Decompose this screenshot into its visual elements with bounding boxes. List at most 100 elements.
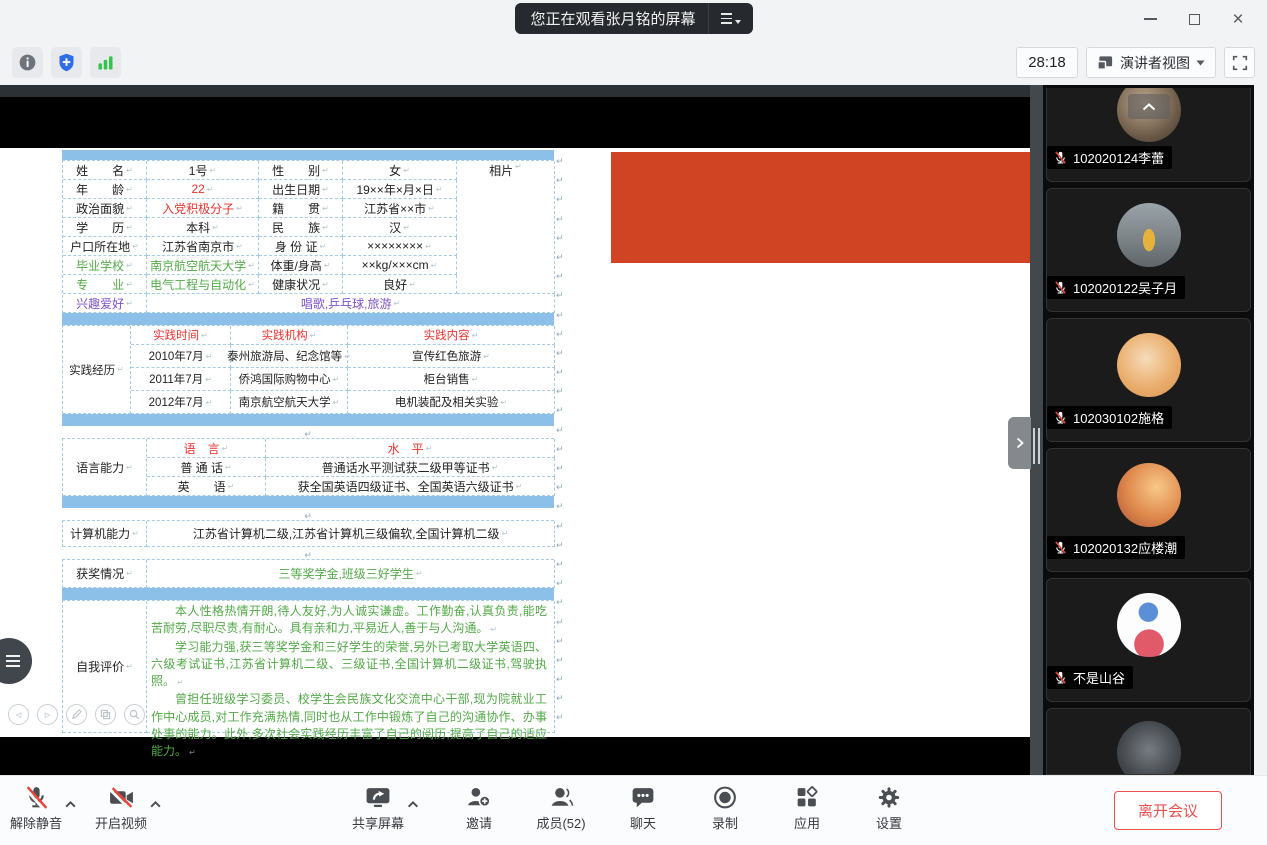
hamburger-icon xyxy=(721,13,732,23)
chevron-up-icon xyxy=(1141,102,1157,112)
members-icon xyxy=(548,784,575,811)
list-icon xyxy=(6,655,20,667)
view-mode-button[interactable]: 演讲者视图 xyxy=(1086,47,1216,78)
avatar xyxy=(1117,203,1181,267)
zoom-button[interactable] xyxy=(124,704,145,725)
participant-name-badge: 102020122吴子月 xyxy=(1047,276,1185,299)
table-cell: 政治面貌 xyxy=(63,199,147,218)
table-cell: 19××年×月×日 xyxy=(343,180,457,199)
table-cell: 宣传红色旅游 xyxy=(348,345,555,368)
practice-grid: 实践经历 实践时间 实践机构 实践内容 2010年7月 泰州旅游局、纪念馆等 宣… xyxy=(62,325,554,414)
next-page-button[interactable]: ▹ xyxy=(37,704,58,725)
gear-icon xyxy=(876,784,903,811)
highlight-band xyxy=(62,414,554,426)
table-cell: 良好 xyxy=(343,275,457,294)
info-icon xyxy=(17,52,38,73)
table-cell: 专 业 xyxy=(63,275,147,294)
mic-muted-icon xyxy=(1053,280,1068,295)
meeting-info-button[interactable] xyxy=(12,47,43,78)
minimize-button[interactable] xyxy=(1135,6,1165,32)
share-screen-button[interactable]: 共享屏幕 xyxy=(352,784,404,832)
chevron-up-icon xyxy=(149,800,162,809)
awards-grid: 获奖情况 三等奖学金,班级三好学生 xyxy=(62,559,554,588)
prev-page-button[interactable]: ◃ xyxy=(8,704,29,725)
copy-button[interactable] xyxy=(95,704,116,725)
table-cell: 电气工程与自动化 xyxy=(147,275,259,294)
panel-collapse-handle[interactable] xyxy=(1008,417,1031,469)
invite-button[interactable]: 邀请 xyxy=(453,784,505,832)
participant-tile[interactable]: 102030102施格 xyxy=(1046,318,1251,442)
column-header: 水 平 xyxy=(266,439,555,458)
share-options-caret[interactable] xyxy=(406,796,419,814)
video-options-caret[interactable] xyxy=(149,796,162,814)
participant-tile[interactable] xyxy=(1046,708,1251,775)
watching-title: 您正在观看张月铭的屏幕 xyxy=(514,8,707,29)
table-cell: 兴趣爱好 xyxy=(63,294,147,313)
fullscreen-button[interactable] xyxy=(1224,47,1255,78)
close-button[interactable]: × xyxy=(1223,6,1253,32)
banner-menu-button[interactable] xyxy=(708,3,753,34)
pencil-icon xyxy=(71,709,82,720)
section-label: 计算机能力 xyxy=(63,521,147,547)
table-cell: 江苏省计算机二级,江苏省计算机三级偏软,全国计算机二级 xyxy=(147,521,555,547)
participant-name-badge: 不是山谷 xyxy=(1047,666,1133,689)
participant-tile[interactable]: 不是山谷 xyxy=(1046,578,1251,702)
window-controls: × xyxy=(1135,6,1253,32)
table-cell: ××kg/×××cm xyxy=(343,256,457,275)
table-cell: 户口所在地 xyxy=(63,237,147,256)
table-cell: 学 历 xyxy=(63,218,147,237)
invite-person-icon xyxy=(466,784,493,811)
doc-list-button[interactable] xyxy=(0,638,32,684)
mute-options-caret[interactable] xyxy=(64,796,77,814)
avatar xyxy=(1117,721,1181,775)
participant-tile[interactable]: 102020132应楼潮 xyxy=(1046,448,1251,572)
table-cell: 体重/身高 xyxy=(259,256,343,275)
members-button[interactable]: 成员(52) xyxy=(535,784,587,832)
meeting-window: 您正在观看张月铭的屏幕 × 28:18 xyxy=(0,0,1267,845)
security-button[interactable] xyxy=(51,47,82,78)
meeting-timer: 28:18 xyxy=(1016,47,1078,78)
shared-screen-top-strip xyxy=(0,85,1030,97)
record-button[interactable]: 录制 xyxy=(699,784,751,832)
mic-muted-icon xyxy=(1053,150,1068,165)
mic-muted-icon xyxy=(1053,410,1068,425)
section-label: 获奖情况 xyxy=(63,560,147,588)
table-cell: 性 别 xyxy=(259,161,343,180)
highlight-band xyxy=(62,313,554,325)
doc-nav-controls: ◃ ▹ xyxy=(8,704,145,725)
network-quality-button[interactable] xyxy=(90,47,121,78)
collapse-videos-button[interactable] xyxy=(1128,94,1170,119)
table-cell: 英 语 xyxy=(147,477,266,496)
table-cell: 普 通 话 xyxy=(147,458,266,477)
table-cell: 民 族 xyxy=(259,218,343,237)
highlight-band xyxy=(62,150,554,160)
start-video-button[interactable]: 开启视频 xyxy=(95,784,147,832)
column-header: 实践内容 xyxy=(348,326,555,345)
table-cell: 本科 xyxy=(147,218,259,237)
settings-button[interactable]: 设置 xyxy=(863,784,915,832)
table-cell: 南京航空航天大学 xyxy=(231,391,348,414)
fullscreen-icon xyxy=(1231,54,1249,72)
chevron-right-icon xyxy=(1014,436,1026,450)
apps-grid-icon xyxy=(794,784,821,811)
leave-meeting-button[interactable]: 离开会议 xyxy=(1114,791,1222,830)
table-cell: 侨鸿国际购物中心 xyxy=(231,368,348,391)
table-cell: 毕业学校 xyxy=(63,256,147,275)
sidebar-right-margin xyxy=(1254,85,1267,775)
unmute-button[interactable]: 解除静音 xyxy=(10,784,62,832)
table-cell: 江苏省××市 xyxy=(343,199,457,218)
column-header: 实践时间 xyxy=(131,326,231,345)
participant-tile[interactable]: 102020124李蕾 xyxy=(1046,88,1251,182)
edit-button[interactable] xyxy=(66,704,87,725)
table-cell: 汉 xyxy=(343,218,457,237)
blank-row: ↵ xyxy=(62,426,554,438)
scrollbar-handle[interactable] xyxy=(1033,428,1040,464)
table-cell: 泰州旅游局、纪念馆等 xyxy=(231,345,348,368)
table-cell: 出生日期 xyxy=(259,180,343,199)
maximize-button[interactable] xyxy=(1179,6,1209,32)
table-cell: 获全国英语四级证书、全国英语六级证书 xyxy=(266,477,555,496)
apps-button[interactable]: 应用 xyxy=(781,784,833,832)
participant-tile[interactable]: 102020122吴子月 xyxy=(1046,188,1251,312)
chat-button[interactable]: 聊天 xyxy=(617,784,669,832)
signal-bars-icon xyxy=(95,52,116,73)
